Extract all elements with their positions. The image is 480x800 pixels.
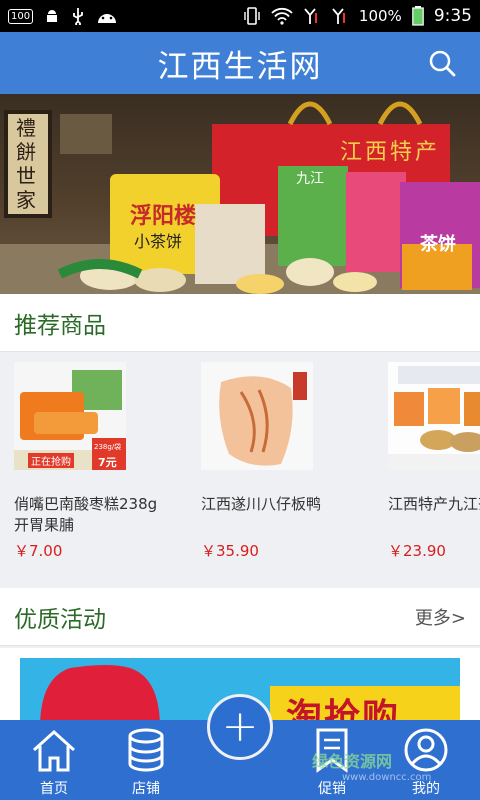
nav-item-shop[interactable]: 店铺 <box>106 720 186 800</box>
banner-bag-brand: 浮阳楼 <box>130 204 197 229</box>
product-price: ￥35.90 <box>201 542 259 560</box>
vibrate-icon <box>244 7 260 25</box>
plus-icon: + <box>221 701 259 752</box>
battery-badge: 100 <box>8 8 34 24</box>
product-card[interactable]: 正在抢购 238g/袋 7元 俏嘴巴南酸枣糕238g 开胃果脯 ￥7.00 <box>14 362 184 578</box>
app-title: 江西生活网 <box>157 48 323 85</box>
usb-icon <box>73 8 83 25</box>
banner-pack-text: 茶饼 <box>420 234 456 255</box>
battery-icon <box>412 6 424 26</box>
banner-box-text: 江西特产 <box>340 140 441 165</box>
home-icon <box>32 729 76 772</box>
promo-banner[interactable]: 禮餅世家 江西特产 浮阳楼 小茶饼 九江 茶饼 <box>0 94 480 294</box>
app-header: 江西生活网 <box>0 32 480 94</box>
nav-label-shop: 店铺 <box>132 781 160 797</box>
product-card[interactable]: 江西遂川八仔板鸭 ￥35.90 <box>201 362 371 578</box>
signal-icon-2 <box>332 8 345 24</box>
battery-percent: 100% <box>358 7 402 25</box>
banner-sign-text: 禮餅世家 <box>16 116 36 212</box>
app-screen: 100 100% 9:35 江西生活网 禮餅世家 江西特产 浮阳楼 小茶饼 九江… <box>0 0 480 800</box>
clock: 9:35 <box>433 6 472 26</box>
search-icon[interactable] <box>428 49 456 77</box>
android-icon <box>98 14 117 23</box>
product-carousel[interactable]: 正在抢购 238g/袋 7元 俏嘴巴南酸枣糕238g 开胃果脯 ￥7.00 江西… <box>0 352 480 588</box>
nav-item-home[interactable]: 首页 <box>14 720 94 800</box>
product-image: 正在抢购 238g/袋 7元 <box>14 362 126 470</box>
watermark: 绿色资源网 www.downcc.com <box>312 748 431 783</box>
nav-label-home: 首页 <box>40 781 68 797</box>
product-name: 俏嘴巴南酸枣糕238g 开胃果脯 <box>14 495 158 534</box>
database-icon <box>128 728 164 772</box>
activity-title: 优质活动 <box>14 606 106 633</box>
product-promo-label: 正在抢购 <box>28 453 74 468</box>
product-image <box>201 362 313 470</box>
status-right: 100% 9:35 <box>243 6 472 26</box>
product-image <box>388 362 480 470</box>
activity-section-header: 优质活动 更多> <box>0 588 480 646</box>
android-debug-icon <box>47 10 58 22</box>
watermark-main: 绿色资源网 <box>312 752 393 771</box>
watermark-sub: www.downcc.com <box>342 772 432 783</box>
product-name: 江西特产九江茶饼 <box>388 495 480 513</box>
product-price: ￥7.00 <box>14 542 63 560</box>
wifi-icon <box>271 7 293 25</box>
status-left: 100 <box>8 7 119 25</box>
signal-icon-1 <box>304 8 317 24</box>
product-weight: 238g/袋 <box>94 443 122 451</box>
banner-illustration <box>0 101 480 294</box>
recommended-title: 推荐商品 <box>14 312 106 339</box>
banner-bag-sub: 小茶饼 <box>134 232 183 251</box>
product-promo-price: 7元 <box>98 456 117 469</box>
more-link[interactable]: 更多> <box>415 604 466 630</box>
product-name: 江西遂川八仔板鸭 <box>201 495 322 513</box>
add-button[interactable]: + <box>207 694 273 760</box>
recommended-section-header: 推荐商品 <box>0 294 480 352</box>
banner-tag-text: 九江 <box>296 171 324 187</box>
product-card[interactable]: 江西特产九江茶饼 ￥23.90 <box>388 362 480 578</box>
status-bar: 100 100% 9:35 <box>0 0 480 32</box>
product-price: ￥23.90 <box>388 542 446 560</box>
